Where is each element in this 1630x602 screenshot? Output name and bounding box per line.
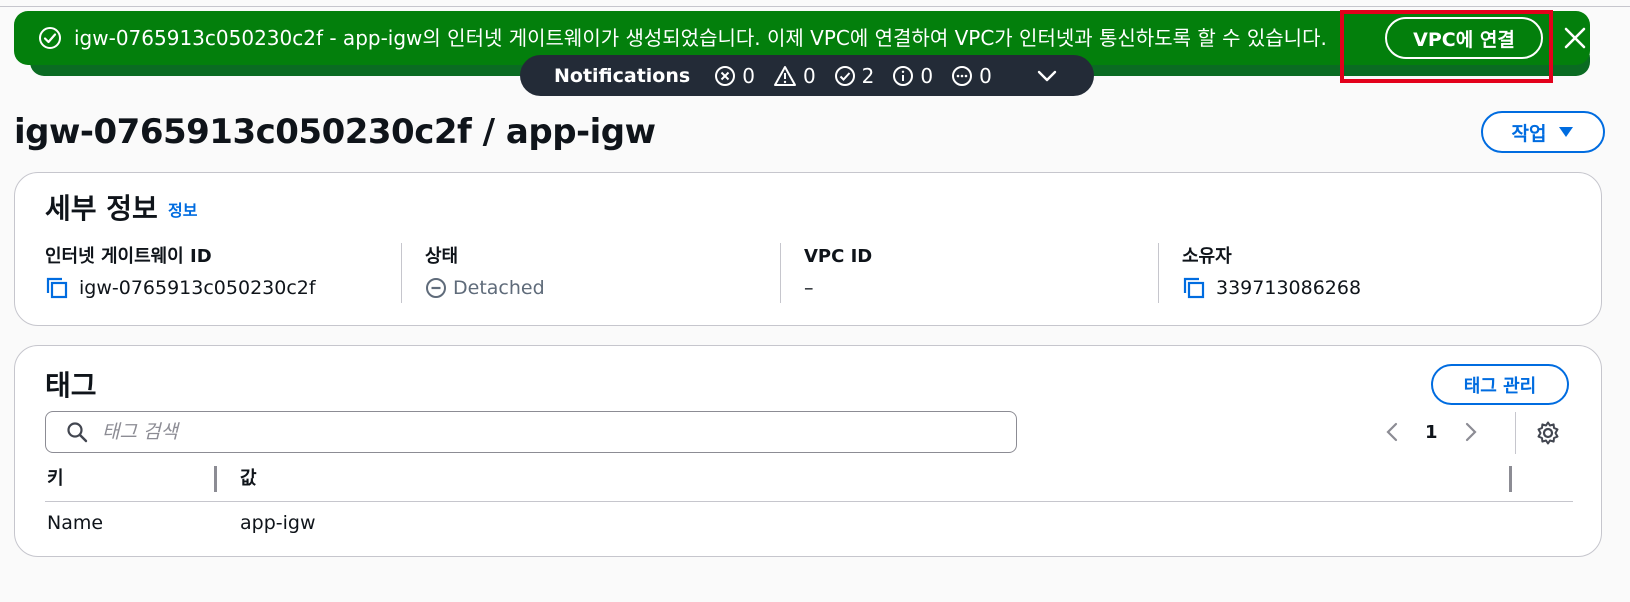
error-count[interactable]: 0 xyxy=(714,64,755,88)
column-resizer[interactable] xyxy=(214,466,217,492)
info-count[interactable]: 0 xyxy=(892,64,933,88)
success-count[interactable]: 2 xyxy=(834,64,874,88)
field-value: 339713086268 xyxy=(1216,277,1362,299)
top-divider xyxy=(0,6,1630,7)
details-heading: 세부 정보 xyxy=(45,192,158,225)
chevron-down-icon[interactable] xyxy=(1036,69,1058,83)
tags-container: 태그 태그 관리 1 키 값 Name app-igw xyxy=(14,345,1602,557)
field-label: VPC ID xyxy=(804,246,873,267)
success-icon xyxy=(834,65,855,86)
notifications-title: Notifications xyxy=(554,64,691,87)
table-cell-value: app-igw xyxy=(240,512,316,534)
error-icon xyxy=(715,65,736,86)
page-title: igw-0765913c050230c2f / app-igw xyxy=(14,112,656,152)
field-label: 인터넷 게이트웨이 ID xyxy=(45,246,212,267)
actions-dropdown-button[interactable]: 작업 xyxy=(1481,111,1605,153)
info-icon xyxy=(893,65,914,86)
in-progress-count[interactable]: 0 xyxy=(951,64,992,88)
field-label: 소유자 xyxy=(1182,246,1232,267)
pagination: 1 xyxy=(1385,414,1478,450)
caret-down-icon xyxy=(1559,127,1574,137)
tag-search-input[interactable] xyxy=(102,421,1002,443)
pager-divider xyxy=(1515,412,1516,454)
status-value: Detached xyxy=(453,277,545,299)
table-header-divider xyxy=(45,501,1573,502)
column-divider xyxy=(1158,243,1159,303)
column-header-key[interactable]: 키 xyxy=(47,464,64,490)
column-header-value[interactable]: 값 xyxy=(240,464,257,490)
copy-icon[interactable] xyxy=(45,276,69,300)
search-icon xyxy=(67,422,88,443)
chevron-left-icon[interactable] xyxy=(1385,421,1399,443)
field-igw-id: 인터넷 게이트웨이 ID igw-0765913c050230c2f xyxy=(45,245,316,303)
field-state: 상태 Detached xyxy=(425,245,545,303)
manage-tags-button[interactable]: 태그 관리 xyxy=(1431,364,1569,405)
column-resizer[interactable] xyxy=(1509,466,1512,492)
field-value: – xyxy=(804,277,814,299)
actions-label: 작업 xyxy=(1511,122,1547,145)
close-icon[interactable] xyxy=(1562,25,1588,51)
notifications-bar[interactable]: Notifications 0 0 2 0 0 xyxy=(520,55,1094,96)
gear-icon[interactable] xyxy=(1535,420,1561,446)
warning-icon xyxy=(773,65,796,86)
info-link[interactable]: 정보 xyxy=(168,197,197,221)
column-divider xyxy=(401,243,402,303)
flash-message: igw-0765913c050230c2f - app-igw의 인터넷 게이트… xyxy=(74,26,1327,50)
copy-icon[interactable] xyxy=(1182,276,1206,300)
warning-count[interactable]: 0 xyxy=(773,64,816,88)
stopped-status-icon xyxy=(426,278,446,298)
field-vpc-id: VPC ID – xyxy=(804,245,872,303)
details-container: 세부 정보 정보 인터넷 게이트웨이 ID igw-0765913c050230… xyxy=(14,172,1602,326)
column-divider xyxy=(780,243,781,303)
highlight-annotation-box xyxy=(1340,10,1553,83)
field-owner: 소유자 339713086268 xyxy=(1182,245,1361,303)
table-cell-key: Name xyxy=(47,512,104,534)
tag-search-box[interactable] xyxy=(45,411,1017,453)
chevron-right-icon[interactable] xyxy=(1464,421,1478,443)
tags-heading: 태그 xyxy=(45,369,97,402)
in-progress-icon xyxy=(952,65,973,86)
field-value: igw-0765913c050230c2f xyxy=(79,277,316,299)
page-number[interactable]: 1 xyxy=(1425,422,1438,443)
field-label: 상태 xyxy=(425,246,459,267)
success-check-icon xyxy=(39,27,61,49)
